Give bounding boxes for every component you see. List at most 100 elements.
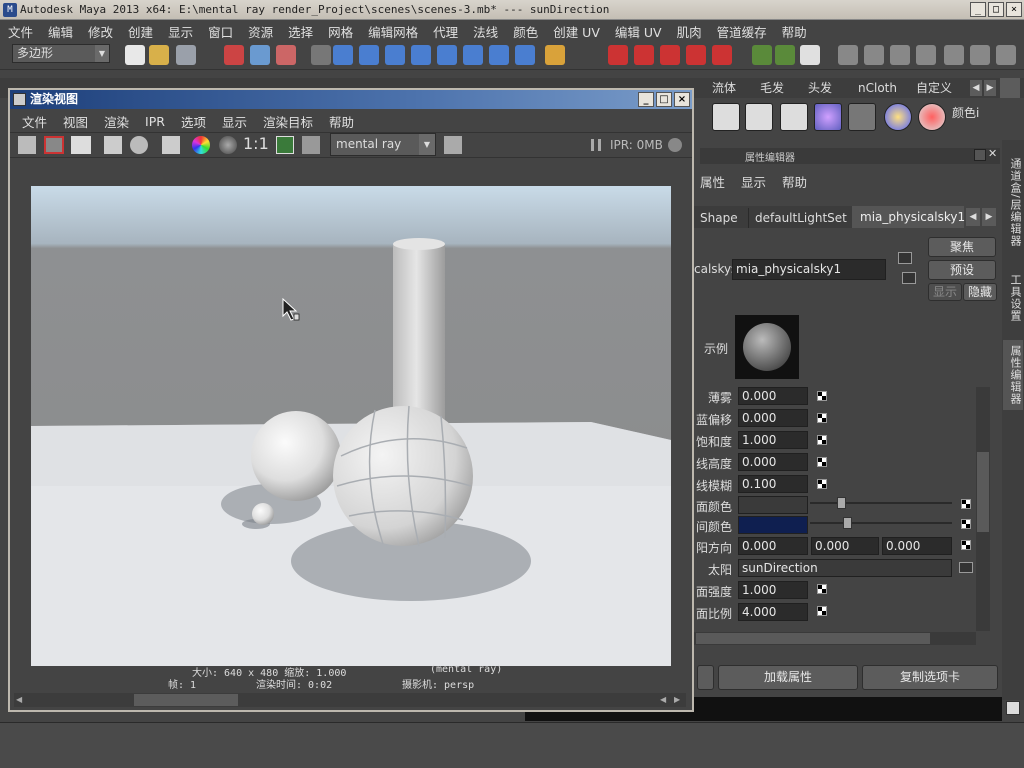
attr-field-sun-disk-intensity[interactable]: 1.000 [738,581,808,599]
history-icon[interactable] [463,45,483,65]
menu-edit[interactable]: 编辑 [48,22,73,41]
shelf-render-sequence-icon[interactable] [745,103,773,131]
shelf-color-label[interactable]: 颜色i [952,104,988,134]
rv-menu-display[interactable]: 显示 [222,112,247,131]
rv-minimize-button[interactable]: _ [638,92,654,107]
rv-maximize-button[interactable]: □ [656,92,672,107]
snap-point-icon[interactable] [385,45,405,65]
shelf-tab-hair[interactable]: 头发 [800,79,840,98]
night-color-slider-handle[interactable] [843,517,852,529]
menu-mesh[interactable]: 网格 [328,22,353,41]
menu-assets[interactable]: 资源 [248,22,273,41]
menu-window[interactable]: 窗口 [208,22,233,41]
snap-plane-icon[interactable] [411,45,431,65]
menu-create-uv[interactable]: 创建 UV [553,22,600,41]
ground-color-slider-handle[interactable] [837,497,846,509]
rv-menu-render-target[interactable]: 渲染目标 [263,112,313,131]
clapper-icon[interactable] [890,45,910,65]
rv-close-button[interactable]: × [674,92,690,107]
menu-create[interactable]: 创建 [128,22,153,41]
menu-color[interactable]: 颜色 [513,22,538,41]
menu-select[interactable]: 选择 [288,22,313,41]
show-button[interactable]: 显示 [928,283,962,301]
map-button-icon[interactable] [817,413,827,423]
attr-field-haze[interactable]: 0.000 [738,387,808,405]
render-settings-icon[interactable] [162,136,180,154]
render-settings-icon[interactable] [838,45,858,65]
chevron-down-icon[interactable]: ▼ [95,45,109,62]
map-button-icon[interactable] [961,499,971,509]
scroll-left-icon[interactable]: ◀ [660,695,670,705]
select-hierarchy-icon[interactable] [224,45,244,65]
menu-display[interactable]: 显示 [168,22,193,41]
ipr-icon[interactable] [800,45,820,65]
shelf-tab-fluids[interactable]: 流体 [704,79,744,98]
ipr-render-icon[interactable] [104,136,122,154]
close-button[interactable]: × [1006,2,1022,17]
menu-edit-uv[interactable]: 编辑 UV [615,22,662,41]
ae-tab-defaultlightset[interactable]: defaultLightSet [748,208,853,228]
render-region-icon[interactable] [44,136,64,154]
maximize-button[interactable]: □ [988,2,1004,17]
sun-connection-icon[interactable] [959,562,973,573]
tool-settings-toggle-icon[interactable] [996,45,1016,65]
ae-select-button[interactable] [697,665,714,690]
shelf-scroll-right-icon[interactable]: ▶ [984,80,996,96]
shelf-menu-icon[interactable] [1000,78,1020,98]
side-tab-attribute-editor[interactable]: 属性编辑器 [1003,340,1023,410]
attr-field-horizon-height[interactable]: 0.000 [738,453,808,471]
shelf-delete-icon[interactable] [848,103,876,131]
map-button-icon[interactable] [817,391,827,401]
renderer-dropdown[interactable]: mental ray ▼ [330,133,436,156]
attr-field-sun-direction-z[interactable]: 0.000 [882,537,952,555]
magnet-icon-2[interactable] [634,45,654,65]
render-icon[interactable] [775,45,795,65]
minimize-button[interactable]: _ [970,2,986,17]
shelf-sphere-icon[interactable] [814,103,842,131]
ae-tab-scroll-right-icon[interactable]: ▶ [982,208,996,226]
magnet-icon-4[interactable] [686,45,706,65]
shelf-render-check-icon[interactable] [780,103,808,131]
shelf-clapper-icon[interactable] [712,103,740,131]
ae-tab-mia-physicalsky1[interactable]: mia_physicalsky1 [852,206,965,228]
menu-modify[interactable]: 修改 [88,22,113,41]
copy-tab-button[interactable]: 复制选项卡 [862,665,998,690]
editor-toggle-icon[interactable] [944,45,964,65]
hide-button[interactable]: 隐藏 [963,283,997,301]
ae-tab-shape[interactable]: Shape [696,208,742,228]
magnet-icon-3[interactable] [660,45,680,65]
chevron-down-icon[interactable]: ▼ [419,134,435,155]
rv-menu-ipr[interactable]: IPR [145,114,165,129]
night-color-swatch[interactable] [738,516,808,534]
map-button-icon[interactable] [817,584,827,594]
presets-button[interactable]: 预设 [928,260,996,280]
scroll-left-icon[interactable]: ◀ [16,695,26,705]
map-button-icon[interactable] [961,540,971,550]
night-color-slider-track[interactable] [810,522,952,524]
ae-tab-scroll-left-icon[interactable]: ◀ [966,208,980,226]
map-button-icon[interactable] [817,435,827,445]
magnet-icon[interactable] [608,45,628,65]
menu-help[interactable]: 帮助 [782,22,807,41]
real-size-button[interactable]: 1:1 [243,134,269,153]
rv-menu-help[interactable]: 帮助 [329,112,354,131]
snap-curve-icon[interactable] [359,45,379,65]
open-scene-icon[interactable] [149,45,169,65]
pause-icon[interactable] [591,139,601,151]
channel-box-toggle-icon[interactable] [970,45,990,65]
menu-normals[interactable]: 法线 [473,22,498,41]
ground-color-swatch[interactable] [738,496,808,514]
redo-render-icon[interactable] [18,136,36,154]
map-button-icon[interactable] [817,479,827,489]
refresh-ipr-icon[interactable] [130,136,148,154]
render-region-icon[interactable] [752,45,772,65]
menu-proxy[interactable]: 代理 [433,22,458,41]
shelf-tab-fur[interactable]: 毛发 [752,79,792,98]
attr-field-horizon-blur[interactable]: 0.100 [738,475,808,493]
shelf-shader-ball-icon[interactable] [884,103,912,131]
lock-icon[interactable] [545,45,565,65]
map-button-icon[interactable] [817,457,827,467]
attr-field-sun[interactable]: sunDirection [738,559,952,577]
keep-image-icon[interactable] [276,136,294,154]
shelf-tab-custom[interactable]: 自定义 [908,79,960,98]
